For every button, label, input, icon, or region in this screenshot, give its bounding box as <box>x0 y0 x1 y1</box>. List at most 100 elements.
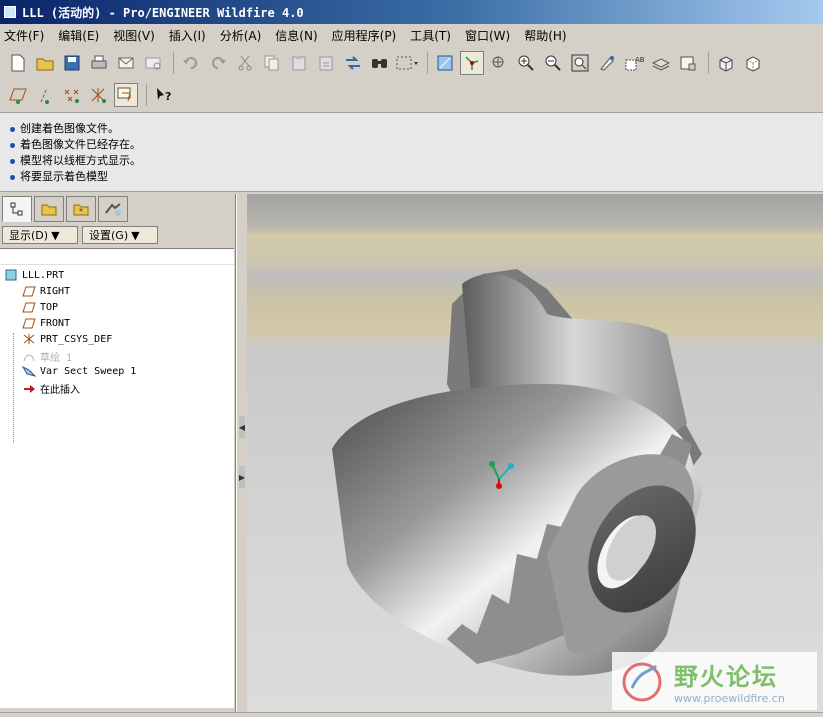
redo-icon[interactable] <box>206 51 230 75</box>
model-tree-icon[interactable] <box>676 51 700 75</box>
folder-browser-tab-icon[interactable] <box>34 196 64 222</box>
sketch-view-icon[interactable] <box>433 51 457 75</box>
menu-tools[interactable]: 工具(T) <box>410 27 451 44</box>
zoom-out-icon[interactable] <box>541 51 565 75</box>
toolbar-separator <box>708 52 709 74</box>
part-icon <box>4 269 18 281</box>
cut-icon[interactable] <box>233 51 257 75</box>
sweep-icon <box>22 365 36 377</box>
connections-tab-icon[interactable] <box>98 196 128 222</box>
save-icon[interactable] <box>60 51 84 75</box>
toolbar-separator <box>427 52 428 74</box>
tree-item-right[interactable]: RIGHT <box>22 285 70 297</box>
zoom-in-icon[interactable] <box>514 51 538 75</box>
spin-center-icon[interactable] <box>460 51 484 75</box>
tree-item-sweep[interactable]: Var Sect Sweep 1 <box>22 365 136 377</box>
datum-plane-icon <box>22 285 36 297</box>
tree-header <box>0 249 234 265</box>
model-tree-tab-icon[interactable] <box>2 196 32 222</box>
open-icon[interactable] <box>33 51 57 75</box>
watermark-text: 野火论坛 www.proewildfire.cn <box>674 657 785 705</box>
find-icon[interactable] <box>368 51 392 75</box>
tree-item-insert-here[interactable]: 在此插入 <box>22 381 80 396</box>
repaint-icon[interactable] <box>595 51 619 75</box>
email-icon[interactable] <box>114 51 138 75</box>
toolbar-separator <box>146 84 147 106</box>
menu-view[interactable]: 视图(V) <box>113 27 155 44</box>
datum-plane-icon <box>22 301 36 313</box>
chevron-down-icon: ▼ <box>51 228 60 242</box>
whats-this-icon[interactable]: ? <box>152 83 176 107</box>
datum-plane-icon <box>22 317 36 329</box>
svg-text:AB: AB <box>635 56 644 64</box>
bullet-icon <box>10 174 15 180</box>
paste-special-icon[interactable] <box>314 51 338 75</box>
new-icon[interactable] <box>6 51 30 75</box>
menu-bar: 文件(F) 编辑(E) 视图(V) 插入(I) 分析(A) 信息(N) 应用程序… <box>0 24 823 46</box>
tree-root[interactable]: LLL.PRT <box>4 269 64 281</box>
tree-item-csys[interactable]: PRT_CSYS_DEF <box>22 333 112 345</box>
undo-icon[interactable] <box>179 51 203 75</box>
svg-text:?: ? <box>165 90 171 103</box>
tree-item-top[interactable]: TOP <box>22 301 58 313</box>
tree-item-front[interactable]: FRONT <box>22 317 70 329</box>
coord-sys-icon[interactable] <box>87 83 111 107</box>
menu-file[interactable]: 文件(F) <box>4 27 44 44</box>
collapse-left-icon[interactable]: ◀ <box>239 416 245 438</box>
paste-icon[interactable] <box>287 51 311 75</box>
datum-axis-icon[interactable] <box>33 83 57 107</box>
menu-help[interactable]: 帮助(H) <box>524 27 566 44</box>
bullet-icon <box>10 142 15 148</box>
status-bar <box>0 712 823 717</box>
refit-icon[interactable] <box>568 51 592 75</box>
model-tree: LLL.PRT RIGHT TOP FRONT PRT_CSYS_DEF 草绘 … <box>0 248 234 708</box>
menu-analysis[interactable]: 分析(A) <box>220 27 262 44</box>
copy-icon[interactable] <box>260 51 284 75</box>
message-line: 创建着色图像文件。 <box>10 121 823 137</box>
layers-icon[interactable] <box>649 51 673 75</box>
menu-window[interactable]: 窗口(W) <box>465 27 510 44</box>
forum-watermark: 野火论坛 www.proewildfire.cn <box>612 652 817 710</box>
email-attach-icon[interactable] <box>141 51 165 75</box>
title-bar: LLL (活动的) - Pro/ENGINEER Wildfire 4.0 <box>0 0 823 24</box>
favorites-tab-icon[interactable]: * <box>66 196 96 222</box>
app-icon <box>4 6 16 18</box>
panel-splitter[interactable]: ◀ ▶ <box>236 194 246 712</box>
menu-edit[interactable]: 编辑(E) <box>58 27 99 44</box>
annotation-icon[interactable] <box>114 83 138 107</box>
settings-dropdown-button[interactable]: 设置(G) ▼ <box>82 226 158 244</box>
chevron-down-icon: ▼ <box>131 228 140 242</box>
insert-here-arrow-icon <box>22 383 36 395</box>
watermark-title: 野火论坛 <box>674 663 778 691</box>
tree-connector <box>13 333 14 443</box>
bullet-icon <box>10 158 15 164</box>
expand-right-icon[interactable]: ▶ <box>239 466 245 488</box>
select-box-icon[interactable] <box>395 51 419 75</box>
hidden-line-icon[interactable] <box>741 51 765 75</box>
main-toolbar: AB <box>0 48 823 78</box>
svg-text:*: * <box>79 207 83 216</box>
proe-window: LLL (活动的) - Pro/ENGINEER Wildfire 4.0 文件… <box>0 0 823 717</box>
show-dropdown-button[interactable]: 显示(D) ▼ <box>2 226 78 244</box>
message-area: 创建着色图像文件。 着色图像文件已经存在。 模型将以线框方式显示。 将要显示着色… <box>0 112 823 192</box>
panel-buttons: 显示(D) ▼ 设置(G) ▼ <box>2 226 158 244</box>
shaded-part-model[interactable] <box>247 194 823 712</box>
view-manager-icon[interactable]: AB <box>622 51 646 75</box>
forum-logo-icon <box>622 662 662 702</box>
navigator-panel: * 显示(D) ▼ 设置(G) ▼ LLL.PRT RIGHT TOP FRON… <box>0 194 236 712</box>
menu-applications[interactable]: 应用程序(P) <box>332 27 397 44</box>
menu-info[interactable]: 信息(N) <box>275 27 317 44</box>
regenerate-icon[interactable] <box>341 51 365 75</box>
datum-plane-icon[interactable] <box>6 83 30 107</box>
print-icon[interactable] <box>87 51 111 75</box>
orient-icon[interactable] <box>487 51 511 75</box>
navigator-tabs: * <box>2 196 128 222</box>
watermark-url: www.proewildfire.cn <box>674 692 785 705</box>
menu-insert[interactable]: 插入(I) <box>169 27 206 44</box>
datum-point-icon[interactable] <box>60 83 84 107</box>
window-title: LLL (活动的) - Pro/ENGINEER Wildfire 4.0 <box>22 5 304 20</box>
shading-icon[interactable] <box>714 51 738 75</box>
message-line: 模型将以线框方式显示。 <box>10 153 823 169</box>
graphics-window[interactable]: 野火论坛 www.proewildfire.cn <box>247 194 823 712</box>
tree-item-sketch[interactable]: 草绘 1 <box>22 349 72 364</box>
